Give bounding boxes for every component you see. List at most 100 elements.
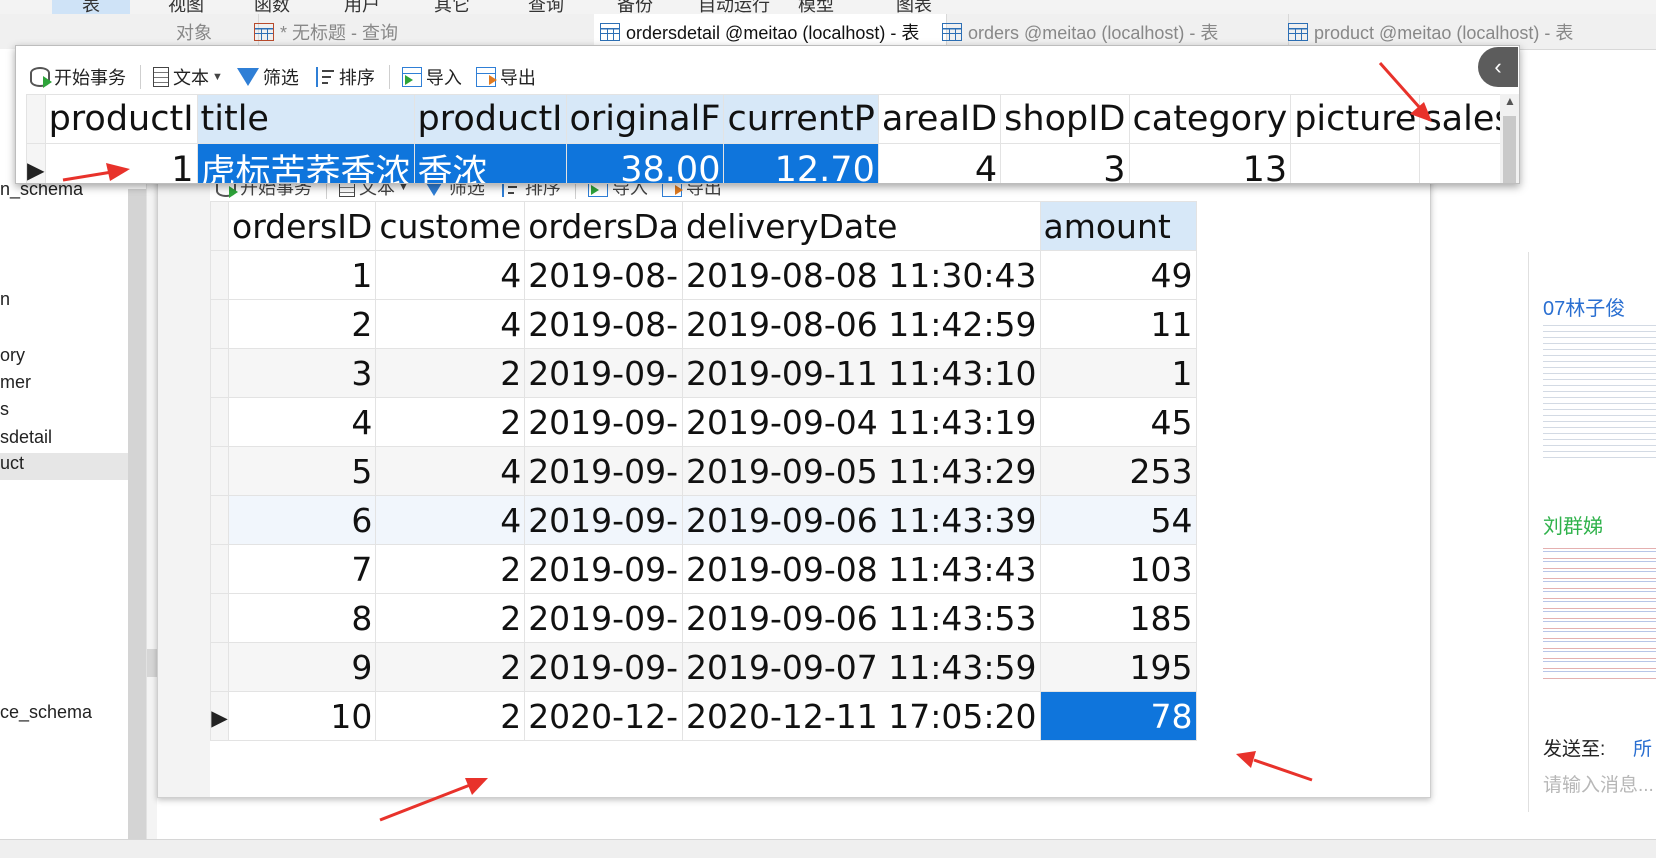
table-cell[interactable]: 2 [375,642,526,692]
sidebar-item[interactable]: ory [0,345,25,366]
scrollbar-thumb[interactable] [1503,116,1516,183]
column-header-ordersid[interactable]: ordersID [227,201,377,251]
table-row[interactable]: 2 4 2019-08- 2019-08-06 11:42:59 11 [210,299,1197,349]
tab-product[interactable]: product @meitao (localhost) - 表 [1282,14,1656,49]
table-cell[interactable]: 4 [877,143,1002,183]
filter-button[interactable]: 筛选 [236,64,299,90]
table-cell[interactable]: 2019-09- [524,642,684,692]
table-cell[interactable]: 9 [227,642,377,692]
table-cell[interactable]: 2019-09-04 11:43:19 [682,397,1041,447]
product-vertical-scrollbar[interactable]: ▲ [1500,94,1519,183]
column-header-productid[interactable]: productI [44,94,198,144]
table-cell[interactable]: 195 [1039,642,1197,692]
menu-item-view[interactable]: 视图 [168,0,204,14]
table-cell[interactable]: 2019-09-11 11:43:10 [682,348,1041,398]
table-cell[interactable]: 5 [227,446,377,496]
row-indicator[interactable] [210,348,229,398]
table-cell[interactable]: 1 [227,250,377,300]
table-row[interactable]: ▸ 10 2 2020-12- 2020-12-11 17:05:20 78 [210,691,1197,741]
table-cell[interactable]: 4 [375,446,526,496]
table-cell[interactable]: 2019-09-05 11:43:29 [682,446,1041,496]
table-cell[interactable]: 4 [375,250,526,300]
table-cell[interactable]: 2019-09-06 11:43:53 [682,593,1041,643]
menu-item-model[interactable]: 模型 [798,0,834,14]
row-indicator[interactable] [210,299,229,349]
row-indicator[interactable] [210,397,229,447]
import-button[interactable]: 导入 [401,64,462,90]
table-row[interactable]: 4 2 2019-09- 2019-09-04 11:43:19 45 [210,397,1197,447]
menu-item-chart[interactable]: 图表 [896,0,932,14]
column-header-ordersdate[interactable]: ordersDa [524,201,684,251]
table-cell[interactable]: 4 [375,495,526,545]
table-row[interactable]: 7 2 2019-09- 2019-09-08 11:43:43 103 [210,544,1197,594]
table-cell[interactable]: 2 [375,348,526,398]
column-header-amount[interactable]: amount [1039,201,1197,251]
tab-ordersdetail[interactable]: ordersdetail @meitao (localhost) - 表 [594,14,947,49]
row-indicator[interactable] [210,446,229,496]
table-cell[interactable]: 3 [1000,143,1130,183]
menu-item-backup[interactable]: 备份 [617,0,653,14]
column-header-originalprice[interactable]: originalF [565,94,725,144]
row-indicator[interactable] [210,642,229,692]
table-cell[interactable]: 2019-09- [524,495,684,545]
table-cell[interactable]: 253 [1039,446,1197,496]
table-row[interactable]: 3 2 2019-09- 2019-09-11 11:43:10 1 [210,348,1197,398]
table-cell[interactable]: 38.00 [565,143,725,183]
table-cell[interactable]: 4 [227,397,377,447]
splitter-grip[interactable] [147,649,157,677]
sidebar-item[interactable]: sdetail [0,427,52,448]
begin-transaction-button[interactable]: 开始事务 [30,64,126,90]
table-cell[interactable]: 54 [1039,495,1197,545]
table-cell[interactable]: 2019-09-08 11:43:43 [682,544,1041,594]
sidebar-item[interactable]: s [0,399,9,420]
table-cell[interactable]: 2019-09-06 11:43:39 [682,495,1041,545]
sort-button[interactable]: 排序 [312,64,375,90]
menu-item-query[interactable]: 查询 [528,0,564,14]
table-cell[interactable]: 4 [375,299,526,349]
row-indicator[interactable] [210,495,229,545]
current-row-indicator[interactable]: ▸ [26,143,46,183]
code-screenshot-thumbnail[interactable] [1543,320,1656,460]
table-cell[interactable]: 45 [1039,397,1197,447]
menu-item-table[interactable]: 表 [52,0,130,14]
column-header-shopid[interactable]: shopID [1000,94,1130,144]
table-cell[interactable]: 8 [227,593,377,643]
table-cell[interactable]: 1 [1039,348,1197,398]
menu-item-other[interactable]: 其它 [434,0,470,14]
export-button[interactable]: 导出 [475,64,536,90]
tab-objects[interactable]: 对象 [130,14,259,49]
table-cell[interactable]: 2019-08- [524,250,684,300]
table-cell[interactable]: 11 [1039,299,1197,349]
tab-untitled-query[interactable]: * 无标题 - 查询 [248,14,605,49]
table-row[interactable]: 8 2 2019-09- 2019-09-06 11:43:53 185 [210,593,1197,643]
table-cell[interactable]: 2019-09- [524,397,684,447]
table-row[interactable]: 1 4 2019-08- 2019-08-08 11:30:43 49 [210,250,1197,300]
row-indicator[interactable] [210,250,229,300]
table-cell[interactable] [1290,143,1421,183]
table-cell[interactable]: 1 [44,143,198,183]
menu-item-function[interactable]: 函数 [254,0,290,14]
current-row-indicator[interactable]: ▸ [210,691,229,741]
table-cell[interactable]: 6 [227,495,377,545]
table-cell[interactable]: 2019-08- [524,299,684,349]
chevron-left-icon[interactable]: ‹ [1478,47,1518,87]
table-cell[interactable]: 2 [375,397,526,447]
tab-orders[interactable]: orders @meitao (localhost) - 表 [936,14,1289,49]
menu-item-user[interactable]: 用户 [344,0,380,14]
sidebar-item[interactable]: mer [0,372,31,393]
code-screenshot-thumbnail[interactable] [1543,542,1656,680]
table-cell[interactable]: 12.70 [723,143,879,183]
column-header-areaid[interactable]: areaID [877,94,1002,144]
table-cell[interactable]: 2019-08-08 11:30:43 [682,250,1041,300]
table-cell[interactable]: 2 [375,544,526,594]
table-cell[interactable]: 49 [1039,250,1197,300]
column-header-currentprice[interactable]: currentP [723,94,879,144]
table-cell[interactable]: 2019-09- [524,446,684,496]
table-cell[interactable]: 2 [227,299,377,349]
table-cell[interactable]: 香浓 [413,143,567,183]
column-header-category[interactable]: category [1128,94,1292,144]
sidebar-item-selected[interactable]: uct [0,453,128,480]
column-header-picture[interactable]: picture [1290,94,1421,144]
table-cell[interactable]: 10 [227,691,377,741]
table-cell[interactable]: 2 [375,593,526,643]
